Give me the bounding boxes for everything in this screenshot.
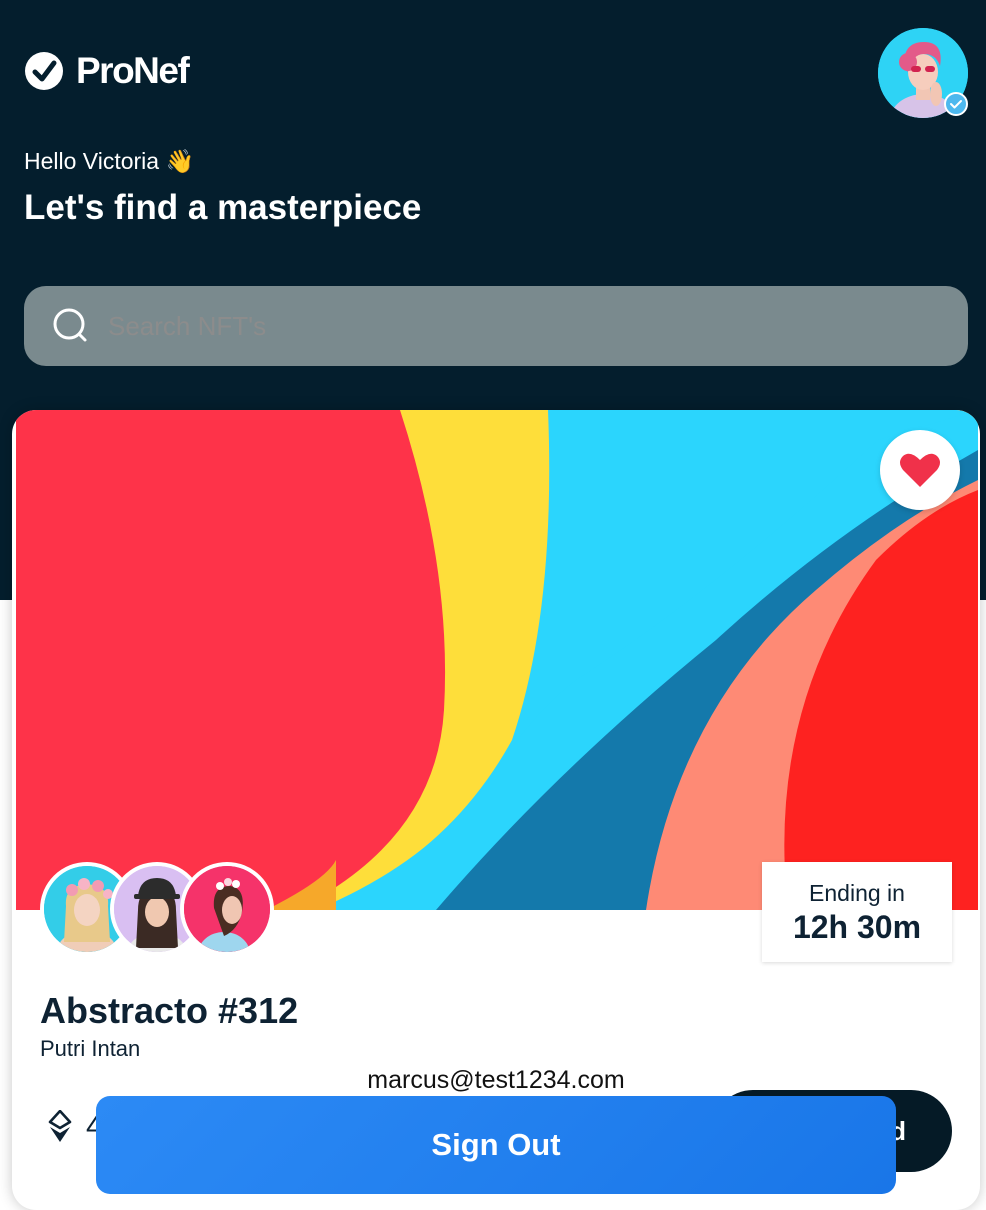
- brand-name: ProNef: [76, 50, 190, 91]
- ending-label: Ending in: [809, 880, 905, 906]
- search-input[interactable]: [108, 286, 928, 366]
- bidder-portrait: [184, 866, 270, 952]
- nft-title: Abstracto #312: [40, 990, 299, 1031]
- heart-icon: [900, 453, 940, 487]
- checkmark-logo-icon: [25, 52, 63, 90]
- verified-badge-icon: [944, 92, 968, 116]
- bidder-avatars: [40, 862, 280, 956]
- auction-countdown: Ending in 12h 30m: [762, 862, 952, 962]
- nft-artwork[interactable]: [16, 410, 978, 910]
- sign-out-button[interactable]: Sign Out: [96, 1096, 896, 1194]
- nft-artist: Putri Intan: [40, 1036, 141, 1061]
- greeting-text: Hello Victoria 👋: [24, 148, 195, 174]
- search-bar[interactable]: [24, 286, 968, 366]
- search-icon: [53, 308, 87, 342]
- brand-logo[interactable]: ProNef: [24, 50, 190, 92]
- page-headline: Let's find a masterpiece: [24, 188, 422, 227]
- user-avatar[interactable]: [878, 28, 968, 118]
- ethereum-icon: [48, 1110, 72, 1142]
- nft-price: 4: [48, 1110, 103, 1144]
- bidder-avatar[interactable]: [180, 862, 274, 956]
- ending-time: 12h 30m: [792, 909, 922, 945]
- user-email: marcus@test1234.com: [367, 1066, 625, 1094]
- favorite-button[interactable]: [880, 430, 960, 510]
